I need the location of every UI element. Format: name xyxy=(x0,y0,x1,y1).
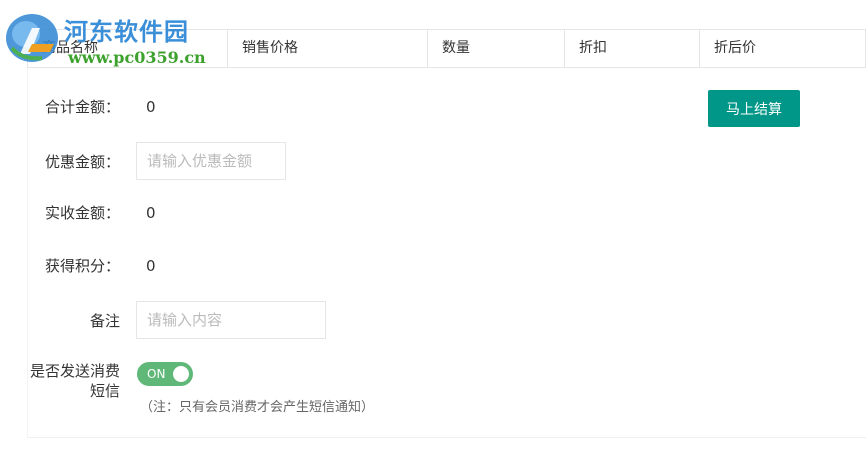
settlement-panel: 合计金额： 0 马上结算 优惠金额： 实收金额： 0 获得积分： 0 备注 是否… xyxy=(27,68,866,438)
received-amount-value: 0 xyxy=(146,203,156,222)
column-header-sale-price: 销售价格 xyxy=(228,30,428,67)
send-sms-switch-text: ON xyxy=(147,367,166,381)
discount-amount-row: 优惠金额： xyxy=(28,142,286,180)
received-amount-row: 实收金额： 0 xyxy=(28,202,156,223)
remark-label: 备注 xyxy=(89,311,120,330)
total-amount-row: 合计金额： 0 xyxy=(28,96,156,117)
earned-points-value: 0 xyxy=(146,256,156,275)
earned-points-label: 获得积分： xyxy=(44,257,120,275)
column-header-quantity: 数量 xyxy=(428,30,565,67)
send-sms-label: 是否发送消费短信 xyxy=(29,362,120,400)
switch-knob xyxy=(173,366,189,382)
sms-note: （注：只有会员消费才会产生短信通知） xyxy=(140,400,375,415)
total-amount-label: 合计金额： xyxy=(44,98,120,116)
column-header-discounted-price: 折后价 xyxy=(714,40,756,56)
column-header-product-name: 商品名称 xyxy=(28,30,228,67)
remark-input[interactable] xyxy=(136,301,326,339)
received-amount-label: 实收金额： xyxy=(44,204,120,222)
checkout-page: 商品名称 销售价格 数量 折扣 折后价 合计金额： 0 马上结算 优惠金额： 实… xyxy=(0,0,868,468)
discount-amount-label: 优惠金额： xyxy=(44,152,120,171)
column-header-discount: 折扣 xyxy=(565,30,700,67)
settle-now-button[interactable]: 马上结算 xyxy=(708,90,800,127)
earned-points-row: 获得积分： 0 xyxy=(28,255,156,276)
send-sms-switch[interactable]: ON xyxy=(137,362,193,386)
total-amount-value: 0 xyxy=(146,97,156,116)
product-table-header: 商品名称 销售价格 数量 折扣 折后价 xyxy=(27,29,866,68)
remark-row: 备注 xyxy=(28,301,326,339)
discount-amount-input[interactable] xyxy=(136,142,286,180)
